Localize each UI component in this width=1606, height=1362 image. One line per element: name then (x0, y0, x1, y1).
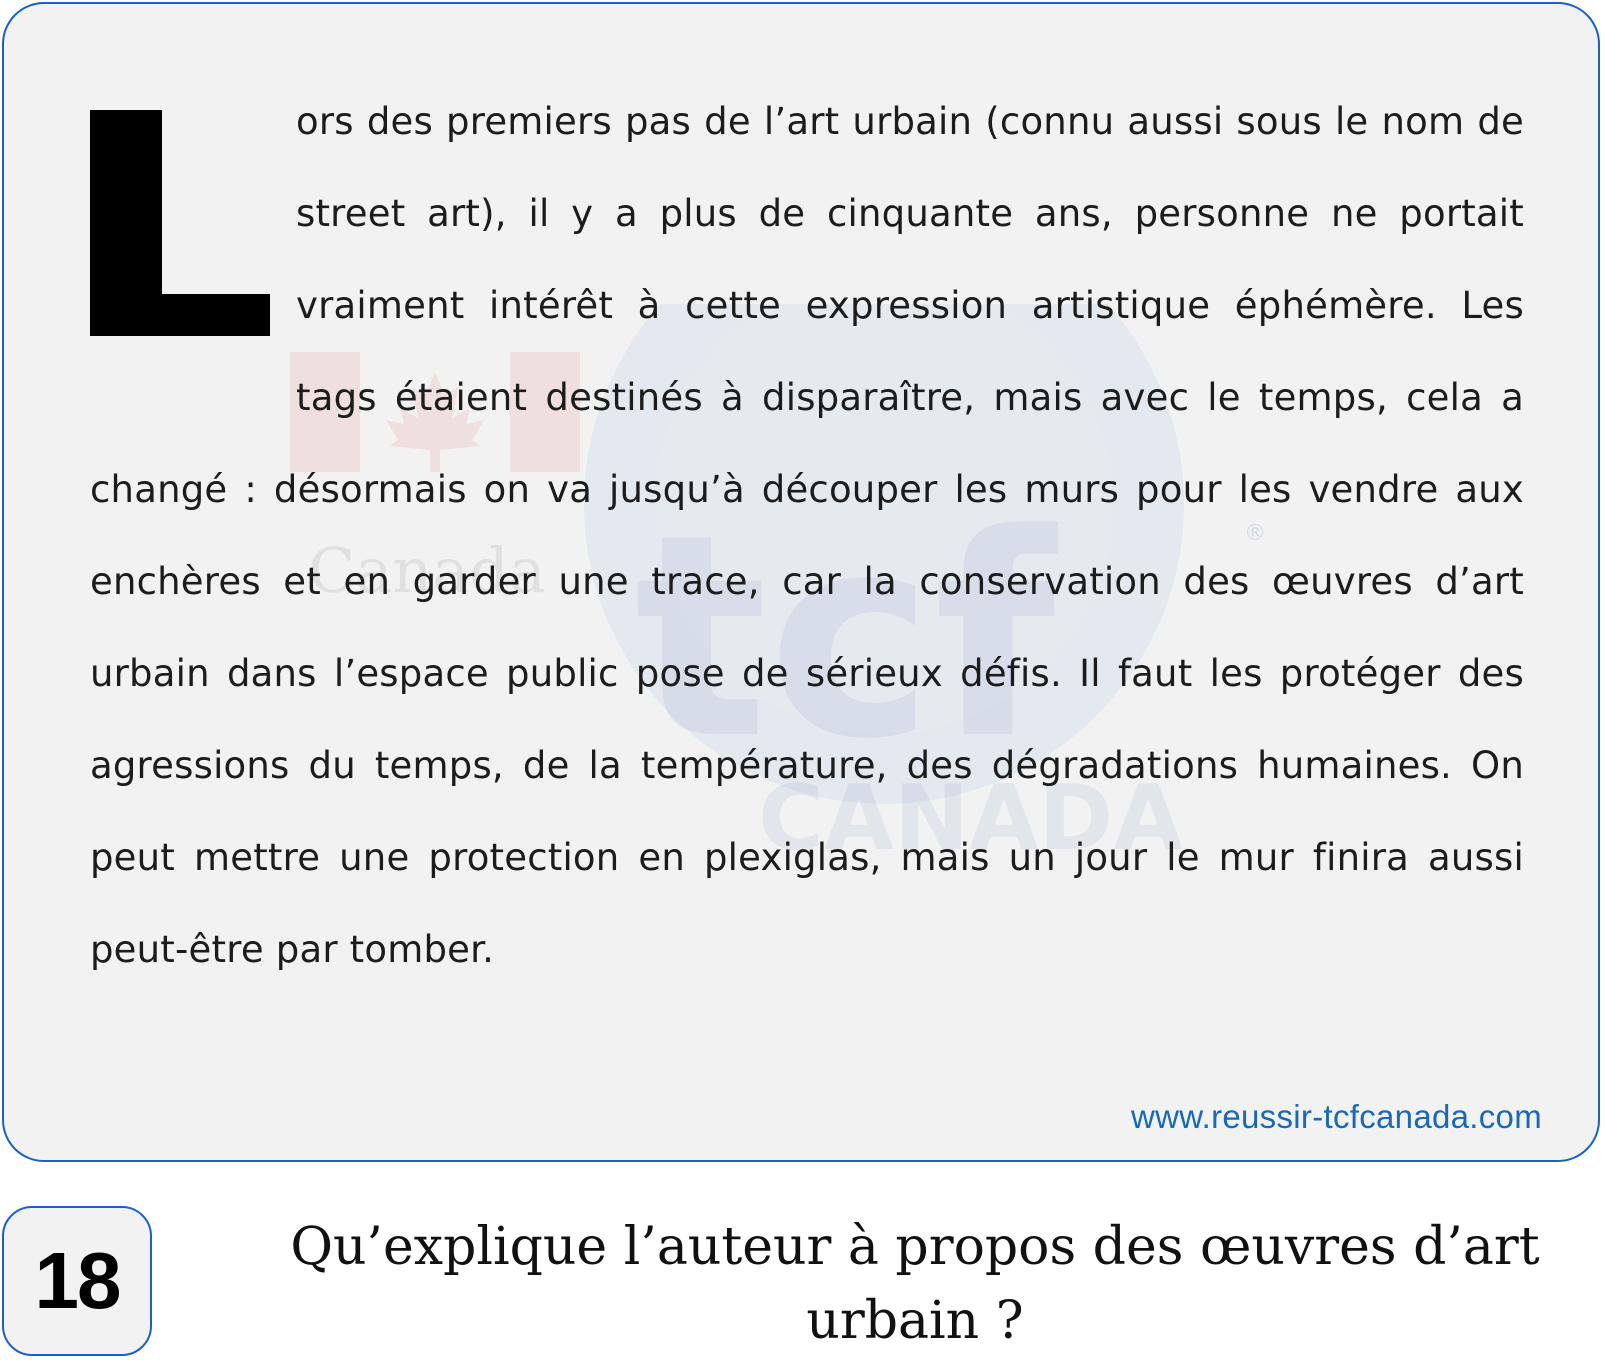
question-text: Qu’explique l’auteur à propos des œuvres… (290, 1217, 1540, 1351)
passage-text: ors des premiers pas de l’art urbain (co… (90, 100, 1524, 971)
passage-card: Canada tcf CANADA ® L ors des premiers p… (2, 2, 1600, 1162)
question-number-badge: 18 (2, 1206, 152, 1356)
website-link[interactable]: www.reussir-tcfcanada.com (1131, 1098, 1542, 1136)
reading-passage: L ors des premiers pas de l’art urbain (… (90, 76, 1524, 996)
question-number: 18 (34, 1236, 122, 1325)
dropcap-l: L (90, 110, 290, 382)
